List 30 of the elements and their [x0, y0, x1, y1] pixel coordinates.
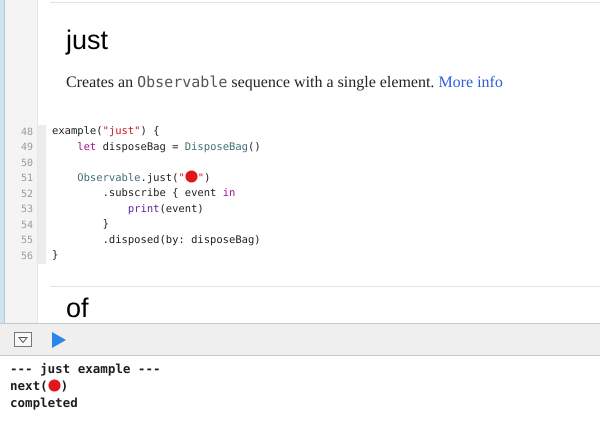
line-number: 53 [20, 203, 33, 217]
collapse-button[interactable] [14, 332, 32, 347]
ball-icon [184, 170, 198, 184]
code-line: } [102, 217, 109, 232]
section-description: Creates an Observable sequence with a single element. More info [66, 72, 503, 92]
console-line: next( ) [10, 377, 68, 394]
triangle-down-icon [18, 336, 28, 342]
code-line: .disposed(by: disposeBag) [102, 232, 261, 248]
line-number: 49 [20, 141, 33, 155]
line-number: 51 [20, 172, 33, 186]
section-title: of [66, 293, 89, 323]
code-line: Observable.just(" ") [76, 170, 210, 186]
line-number: 52 [20, 188, 33, 202]
line-number: 50 [20, 156, 33, 170]
ball-icon [48, 379, 61, 392]
line-number: 54 [20, 218, 33, 232]
section-title: just [66, 24, 108, 56]
line-number: 48 [20, 126, 33, 140]
console-line: completed [10, 394, 78, 411]
play-button[interactable] [52, 332, 66, 348]
line-number: 55 [20, 234, 33, 248]
code-line: .subscribe { event in [102, 186, 236, 202]
code-line: let disposeBag = DisposeBag() [76, 140, 261, 155]
line-number: 56 [20, 250, 33, 264]
more-info-link[interactable]: More info [438, 74, 503, 90]
play-icon [52, 332, 66, 348]
code-line: print(event) [126, 202, 204, 217]
console-line: --- just example --- [10, 360, 161, 377]
code-line: } [52, 248, 58, 264]
code-line: example("just") { [52, 124, 160, 140]
